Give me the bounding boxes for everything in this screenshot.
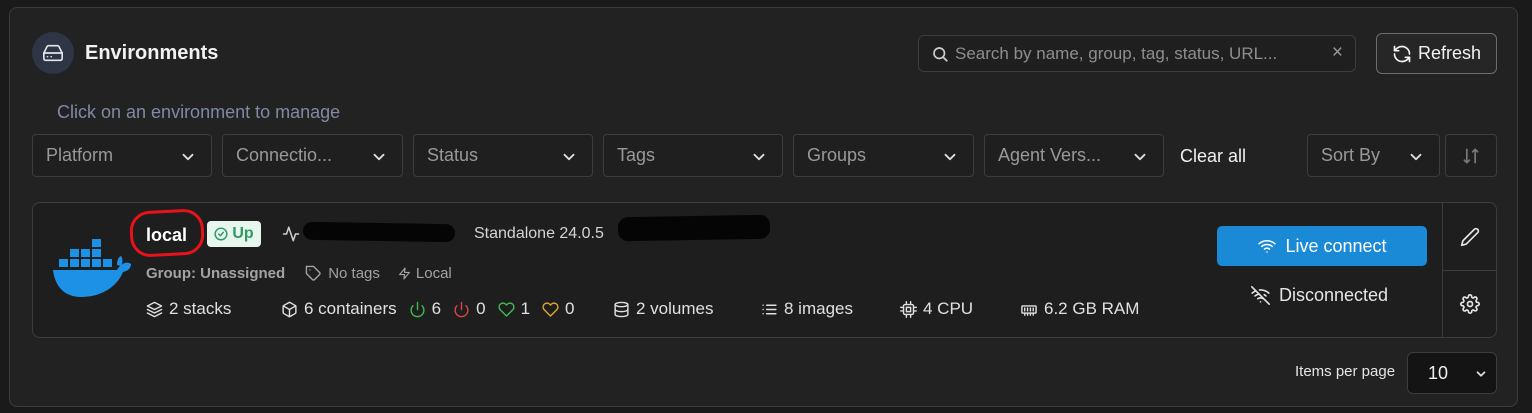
connection-type: Local (415, 264, 452, 282)
refresh-label: Refresh (1417, 43, 1482, 63)
subtitle: Click on an environment to manage (57, 102, 341, 122)
chevron-down-icon (1407, 148, 1425, 166)
status-filter-label: Status (427, 145, 479, 165)
connection-state: Disconnected (1251, 285, 1388, 306)
wifi-off-icon (1251, 286, 1270, 305)
images-count: 8 images (784, 299, 853, 318)
sort-by-select[interactable]: Sort By (1307, 134, 1440, 177)
connection-state-label: Disconnected (1279, 285, 1389, 305)
chevron-down-icon (560, 148, 578, 166)
clear-all-button[interactable]: Clear all (1180, 145, 1246, 167)
chevron-down-icon (941, 148, 959, 166)
connection-filter-label: Connectio... (236, 145, 333, 165)
healthy-count: 1 (520, 299, 531, 318)
ram-amount: 6.2 GB RAM (1044, 299, 1140, 318)
search-box[interactable]: × (918, 35, 1356, 72)
environment-actions (1442, 203, 1496, 337)
chevron-down-icon (750, 148, 768, 166)
sort-arrows-icon (1461, 146, 1481, 166)
layers-icon (146, 301, 163, 318)
page-title: Environments (85, 42, 219, 64)
check-circle-icon (214, 227, 228, 241)
bolt-icon (398, 266, 411, 280)
platform-filter[interactable]: Platform (32, 134, 212, 177)
groups-filter-label: Groups (807, 145, 867, 165)
sort-order-button[interactable] (1445, 134, 1497, 177)
images-stat: 8 images (761, 298, 853, 320)
search-input[interactable] (955, 36, 1315, 71)
chevron-down-icon (370, 148, 388, 166)
search-icon (931, 45, 949, 63)
clear-search-icon[interactable]: × (1332, 42, 1343, 64)
gear-icon (1459, 294, 1480, 314)
tags-filter[interactable]: Tags (603, 134, 783, 177)
cpu-icon (900, 300, 917, 318)
power-stopped-icon (453, 301, 470, 318)
items-per-page-select[interactable]: 10 (1407, 352, 1497, 394)
status-filter[interactable]: Status (413, 134, 593, 177)
wifi-icon (1257, 237, 1277, 255)
containers-count: 6 containers (304, 299, 397, 318)
heart-healthy-icon (497, 301, 515, 318)
server-drive-icon (32, 32, 74, 74)
chevron-down-icon (179, 148, 197, 166)
stopped-count: 0 (476, 299, 486, 318)
sort-by-label: Sort By (1321, 145, 1381, 165)
list-icon (761, 301, 778, 318)
database-icon (613, 301, 630, 318)
volumes-count: 2 volumes (636, 299, 714, 318)
volumes-stat: 2 volumes (613, 298, 713, 320)
live-connect-label: Live connect (1285, 235, 1387, 256)
power-running-icon (409, 301, 426, 318)
status-badge-label: Up (232, 225, 254, 242)
chevron-down-icon (1131, 148, 1149, 166)
cpu-count: 4 CPU (923, 299, 974, 318)
heartbeat-icon (282, 225, 300, 243)
groups-filter[interactable]: Groups (793, 134, 974, 177)
chevron-down-icon (1474, 367, 1488, 381)
box-icon (281, 301, 298, 318)
docker-logo-icon (51, 235, 133, 301)
environment-item[interactable]: local Up Standalone 24.0.5 Group: Unassi… (32, 202, 1497, 338)
items-per-page-label: Items per page (1295, 363, 1396, 380)
running-count: 6 (431, 299, 442, 318)
tag-icon (305, 265, 322, 282)
edit-environment-button[interactable] (1443, 203, 1496, 270)
redacted-mark (617, 214, 771, 242)
agent-version-filter-label: Agent Vers... (998, 145, 1102, 165)
environment-type: Standalone 24.0.5 (474, 225, 604, 242)
containers-stat: 6 containers 6 0 1 0 (281, 298, 575, 320)
ram-stat: 6.2 GB RAM (1020, 298, 1139, 320)
pencil-icon (1460, 227, 1480, 247)
stacks-stat: 2 stacks (146, 298, 231, 320)
environment-tags: No tags (328, 264, 380, 282)
cpu-stat: 4 CPU (900, 298, 973, 320)
status-badge: Up (207, 221, 261, 247)
environment-meta: Group: Unassigned No tags Local (146, 263, 452, 283)
environment-group: Group: Unassigned (146, 264, 286, 282)
live-connect-button[interactable]: Live connect (1217, 226, 1427, 266)
unhealthy-count: 0 (565, 299, 575, 318)
tags-filter-label: Tags (617, 145, 656, 165)
agent-version-filter[interactable]: Agent Vers... (984, 134, 1164, 177)
environment-settings-button[interactable] (1443, 270, 1496, 337)
annotation-circle (128, 208, 206, 258)
stacks-count: 2 stacks (169, 299, 232, 318)
redacted-mark (302, 221, 456, 243)
connection-filter[interactable]: Connectio... (222, 134, 403, 177)
heart-unhealthy-icon (542, 301, 559, 318)
platform-filter-label: Platform (46, 145, 114, 165)
refresh-icon (1392, 44, 1412, 64)
memory-icon (1020, 301, 1038, 318)
refresh-button[interactable]: Refresh (1376, 33, 1497, 74)
items-per-page-value: 10 (1428, 362, 1449, 383)
